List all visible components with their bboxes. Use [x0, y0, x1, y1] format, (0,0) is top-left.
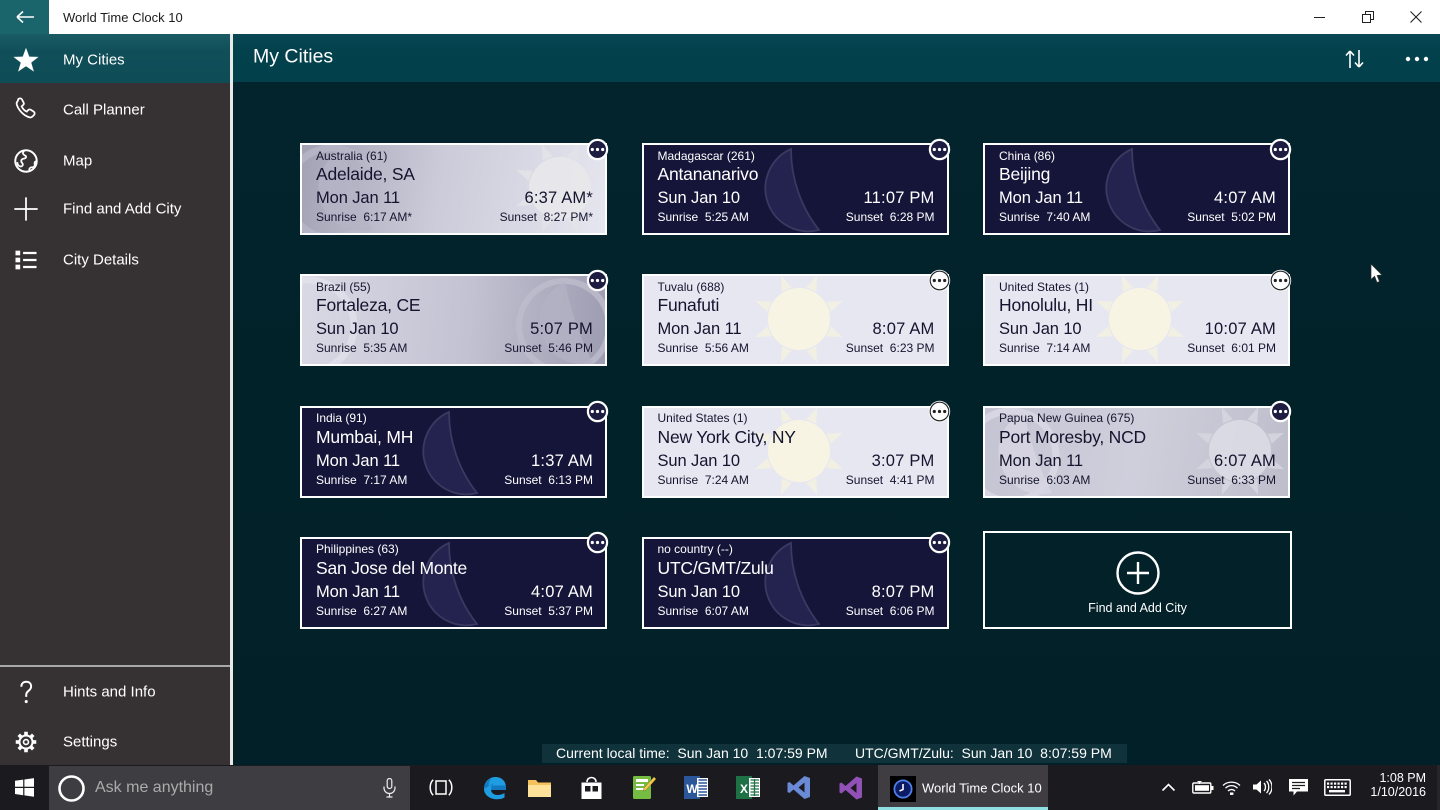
svg-text:W: W [686, 782, 698, 796]
svg-text:X: X [740, 782, 748, 796]
